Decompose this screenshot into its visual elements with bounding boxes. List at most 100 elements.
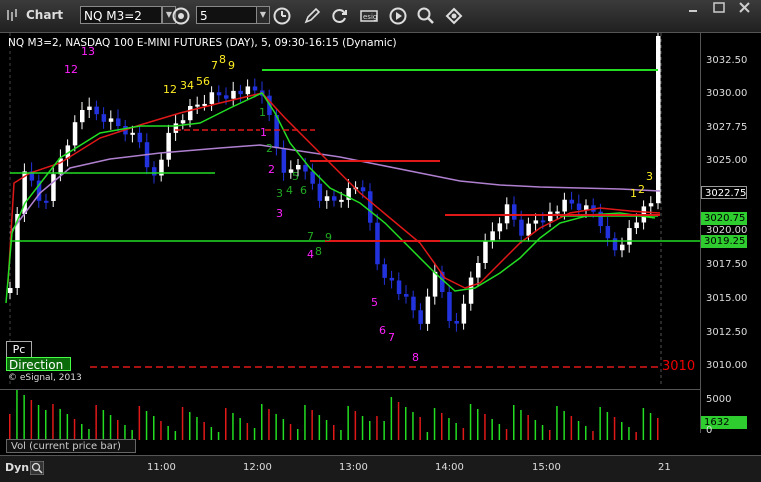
candle-body [195,104,200,107]
symbol-input[interactable]: NQ M3=2 [80,6,162,24]
play-icon[interactable] [388,6,408,26]
volume-bar [333,425,335,440]
annotation-7-green: 7 [307,230,314,243]
volume-bar [66,414,69,440]
direction-label[interactable]: Direction [6,357,71,372]
candle-body [216,92,222,96]
volume-bar [297,429,299,440]
candle-body [533,220,539,224]
candle-body [281,148,287,173]
volume-bar [340,430,342,440]
candle-body [562,199,567,212]
volume-bar [174,431,177,440]
volume-bar [16,390,18,440]
window-title: Chart [26,8,64,22]
candle-body [94,106,99,115]
candle-body [432,271,438,297]
price-plot[interactable] [0,28,700,386]
volume-bar [657,418,659,440]
annotation-34-yellow: 34 [180,79,194,92]
volume-bar [491,419,493,440]
annotation-7-magenta: 7 [388,331,395,344]
volume-bar [376,416,378,440]
settings-icon[interactable] [444,6,464,26]
volume-bar [455,423,457,440]
candle-body [166,132,171,160]
volume-tick: 0 [706,425,713,436]
dynamic-mode-label[interactable]: Dyn [5,461,29,474]
candle-body [389,277,395,281]
volume-bar [268,409,270,440]
magnifier-icon[interactable] [30,461,44,475]
price-chart-canvas [5,28,700,386]
candle-body [404,294,409,297]
volume-label[interactable]: Vol (current price bar) [6,439,136,453]
annotation-7-yellow: 7 [211,59,218,72]
annotation-6-green: 6 [300,184,307,197]
volume-bar [390,397,393,440]
candle-body [209,92,215,104]
candle-body [612,238,618,251]
candle-body [173,123,179,133]
volume-bar [160,421,162,440]
volume-bar [181,407,184,440]
volume-bar [73,419,76,440]
annotation-5-green: 5 [292,170,299,183]
candle-body [116,118,121,126]
close-button[interactable] [736,0,754,16]
candle-body [396,280,402,295]
candle-body [425,296,431,324]
time-axis[interactable] [0,455,761,482]
annotation-3-green: 3 [276,187,283,200]
minimize-button[interactable] [684,0,702,16]
candle-body [447,292,452,321]
volume-bar [570,416,573,440]
volume-bar [628,427,630,440]
volume-bar [37,405,40,440]
zoom-icon[interactable] [416,6,436,26]
volume-bar [167,426,169,440]
candle-body [411,296,416,311]
maximize-button[interactable] [710,0,728,16]
volume-bar [210,427,213,440]
volume-bar [433,408,436,440]
candle-body [188,106,193,121]
volume-bar [59,409,61,440]
time-template-icon[interactable] [272,6,292,26]
time-tick: 14:00 [435,462,464,473]
volume-bar [549,430,551,440]
candle-body [540,220,546,223]
volume-bar [196,417,198,440]
volume-bar [261,404,263,440]
volume-bar [642,408,645,440]
volume-tick: 5000 [706,394,732,405]
price-tick: 3027.75 [706,122,748,133]
annotation-3-yellow: 3 [646,170,653,183]
pencil-icon[interactable] [302,6,322,26]
annotation-9-green: 9 [325,231,332,244]
volume-bar [383,421,385,440]
esig-icon[interactable]: esig [359,6,379,26]
volume-bar [441,413,443,440]
annotation-2-green: 2 [266,142,273,155]
interval-dropdown-button[interactable]: ▼ [256,6,270,24]
volume-bar [189,412,191,440]
chart-toolbar: Chart NQ M3=2 ▼ 5 ▼ esig [0,0,761,33]
price-tick: 3030.00 [706,88,748,99]
volume-bar [354,411,357,440]
volume-bar [239,418,241,440]
pc-button[interactable]: Pc [6,341,32,358]
candle-body [461,303,467,324]
candle-body [317,183,323,201]
candle-body [368,191,373,223]
volume-bar [563,411,565,440]
volume-bar [9,414,11,440]
candle-body [310,171,315,184]
clock-icon[interactable] [171,6,191,26]
refresh-icon[interactable] [330,6,350,26]
candle-body [238,90,243,95]
candle-body [202,103,207,106]
volume-bar [225,408,227,440]
price-tick: 3012.50 [706,327,748,338]
interval-input[interactable]: 5 [196,6,258,24]
